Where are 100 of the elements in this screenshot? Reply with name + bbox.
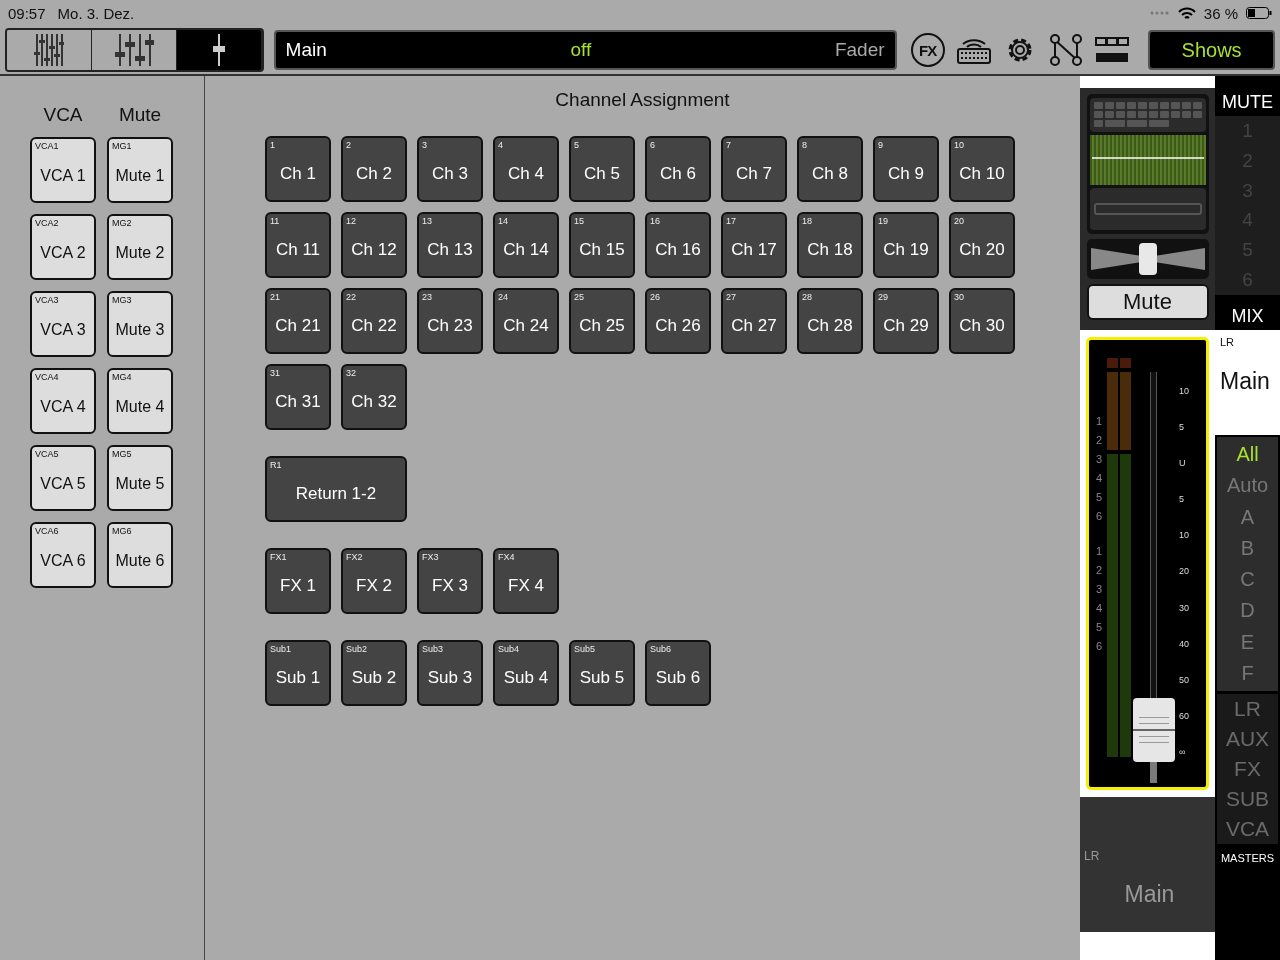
- channel-button[interactable]: 24 Ch 24: [493, 288, 559, 354]
- view-tab[interactable]: [7, 30, 92, 70]
- channel-tag: FX2: [346, 552, 363, 562]
- channel-button[interactable]: 19 Ch 19: [873, 212, 939, 278]
- mute-group-tag: MG3: [112, 295, 132, 305]
- channel-tag: 4: [498, 140, 503, 150]
- channel-button[interactable]: 3 Ch 3: [417, 136, 483, 202]
- mute-button[interactable]: Mute: [1086, 284, 1209, 320]
- channel-button[interactable]: 6 Ch 6: [645, 136, 711, 202]
- mute-group-button[interactable]: MG6 Mute 6: [107, 522, 173, 588]
- channel-button[interactable]: 5 Ch 5: [569, 136, 635, 202]
- channel-tag: 11: [270, 216, 280, 226]
- faders-icon: [113, 32, 154, 68]
- vca-button[interactable]: VCA4 VCA 4: [30, 368, 96, 434]
- channel-tag: 2: [346, 140, 351, 150]
- channel-button[interactable]: Sub6 Sub 6: [645, 640, 711, 706]
- channel-button[interactable]: Sub1 Sub 1: [265, 640, 331, 706]
- channel-button[interactable]: 16 Ch 16: [645, 212, 711, 278]
- channel-button[interactable]: FX2 FX 2: [341, 548, 407, 614]
- channel-button[interactable]: Sub5 Sub 5: [569, 640, 635, 706]
- channel-button[interactable]: 7 Ch 7: [721, 136, 787, 202]
- channel-name: Main: [285, 39, 327, 61]
- channel-button[interactable]: 8 Ch 8: [797, 136, 863, 202]
- channel-button[interactable]: 30 Ch 30: [949, 288, 1015, 354]
- display-mode: Fader: [834, 39, 885, 61]
- channel-button[interactable]: 13 Ch 13: [417, 212, 483, 278]
- vca-button[interactable]: VCA2 VCA 2: [30, 214, 96, 280]
- channel-tag: 30: [954, 292, 964, 302]
- channel-button[interactable]: R1 Return 1-2: [265, 456, 407, 522]
- channel-button[interactable]: 9 Ch 9: [873, 136, 939, 202]
- channel-button[interactable]: 20 Ch 20: [949, 212, 1015, 278]
- channel-button[interactable]: 31 Ch 31: [265, 364, 331, 430]
- strip-footer[interactable]: LR Main: [1080, 797, 1215, 932]
- vca-button[interactable]: VCA1 VCA 1: [30, 137, 96, 203]
- channel-tag: 13: [422, 216, 432, 226]
- channel-button[interactable]: 29 Ch 29: [873, 288, 939, 354]
- vca-button[interactable]: VCA3 VCA 3: [30, 291, 96, 357]
- channel-button[interactable]: Sub3 Sub 3: [417, 640, 483, 706]
- meter-channel-number: 5: [1094, 620, 1104, 635]
- mute-group-button[interactable]: MG5 Mute 5: [107, 445, 173, 511]
- channel-state: off: [570, 39, 592, 61]
- channel-button[interactable]: 15 Ch 15: [569, 212, 635, 278]
- channel-tag: 18: [802, 216, 812, 226]
- scale-label: 10: [1179, 386, 1189, 396]
- channel-button[interactable]: 4 Ch 4: [493, 136, 559, 202]
- pan-handle[interactable]: [1138, 243, 1157, 275]
- channel-button[interactable]: Sub4 Sub 4: [493, 640, 559, 706]
- channel-button[interactable]: 10 Ch 10: [949, 136, 1015, 202]
- mute-group-button[interactable]: MG3 Mute 3: [107, 291, 173, 357]
- mute-group-button[interactable]: MG2 Mute 2: [107, 214, 173, 280]
- channel-button[interactable]: FX1 FX 1: [265, 548, 331, 614]
- eq-thumbnail-drawing[interactable]: [1086, 94, 1209, 234]
- mute-group-tag: MG1: [112, 141, 132, 151]
- channel-button[interactable]: 32 Ch 32: [341, 364, 407, 430]
- channel-button[interactable]: 27 Ch 27: [721, 288, 787, 354]
- channel-tag: 17: [726, 216, 736, 226]
- channel-tag: 21: [270, 292, 280, 302]
- channel-button[interactable]: 17 Ch 17: [721, 212, 787, 278]
- mute-group-tag: MG2: [112, 218, 132, 228]
- channel-tag: 31: [270, 368, 280, 378]
- channel-button[interactable]: 22 Ch 22: [341, 288, 407, 354]
- channel-button[interactable]: 1 Ch 1: [265, 136, 331, 202]
- channel-button[interactable]: 2 Ch 2: [341, 136, 407, 202]
- pan-slider[interactable]: [1086, 239, 1209, 279]
- channel-tag: 16: [650, 216, 660, 226]
- channel-button[interactable]: 12 Ch 12: [341, 212, 407, 278]
- channel-button[interactable]: Sub2 Sub 2: [341, 640, 407, 706]
- channel-tag: 20: [954, 216, 964, 226]
- shows-button[interactable]: Shows: [1148, 30, 1275, 70]
- masters-heading: MASTERS: [1219, 852, 1276, 864]
- mute-group-button[interactable]: MG1 Mute 1: [107, 137, 173, 203]
- fader-handle[interactable]: [1133, 698, 1175, 763]
- vca-button[interactable]: VCA6 VCA 6: [30, 522, 96, 588]
- channel-button[interactable]: 11 Ch 11: [265, 212, 331, 278]
- layout-grid-icon[interactable]: [1094, 37, 1129, 63]
- channel-button[interactable]: FX4 FX 4: [493, 548, 559, 614]
- channel-button[interactable]: 26 Ch 26: [645, 288, 711, 354]
- channel-tag: FX3: [422, 552, 439, 562]
- channel-button[interactable]: 28 Ch 28: [797, 288, 863, 354]
- channel-button[interactable]: 21 Ch 21: [265, 288, 331, 354]
- wifi-icon: [1177, 6, 1196, 20]
- channel-button[interactable]: 23 Ch 23: [417, 288, 483, 354]
- vca-tag: VCA6: [35, 526, 59, 536]
- vca-tag: VCA4: [35, 372, 59, 382]
- channel-button[interactable]: FX3 FX 3: [417, 548, 483, 614]
- channel-tag: 14: [498, 216, 508, 226]
- meter-channel-number: 4: [1094, 601, 1104, 616]
- channel-tag: Sub2: [346, 644, 368, 654]
- view-tab[interactable]: [176, 30, 262, 70]
- channel-button[interactable]: 18 Ch 18: [797, 212, 863, 278]
- mute-group-button[interactable]: MG4 Mute 4: [107, 368, 173, 434]
- channel-button[interactable]: 25 Ch 25: [569, 288, 635, 354]
- channel-display[interactable]: Main off Fader: [273, 30, 897, 70]
- nodes-icon[interactable]: [1048, 34, 1083, 66]
- fx-button[interactable]: FX: [910, 33, 945, 67]
- channel-tag: Sub4: [498, 644, 520, 654]
- meter-channel-number: 1: [1094, 544, 1104, 559]
- filter-item[interactable]: All: [1236, 443, 1259, 467]
- channel-button[interactable]: 14 Ch 14: [493, 212, 559, 278]
- vca-button[interactable]: VCA5 VCA 5: [30, 445, 96, 511]
